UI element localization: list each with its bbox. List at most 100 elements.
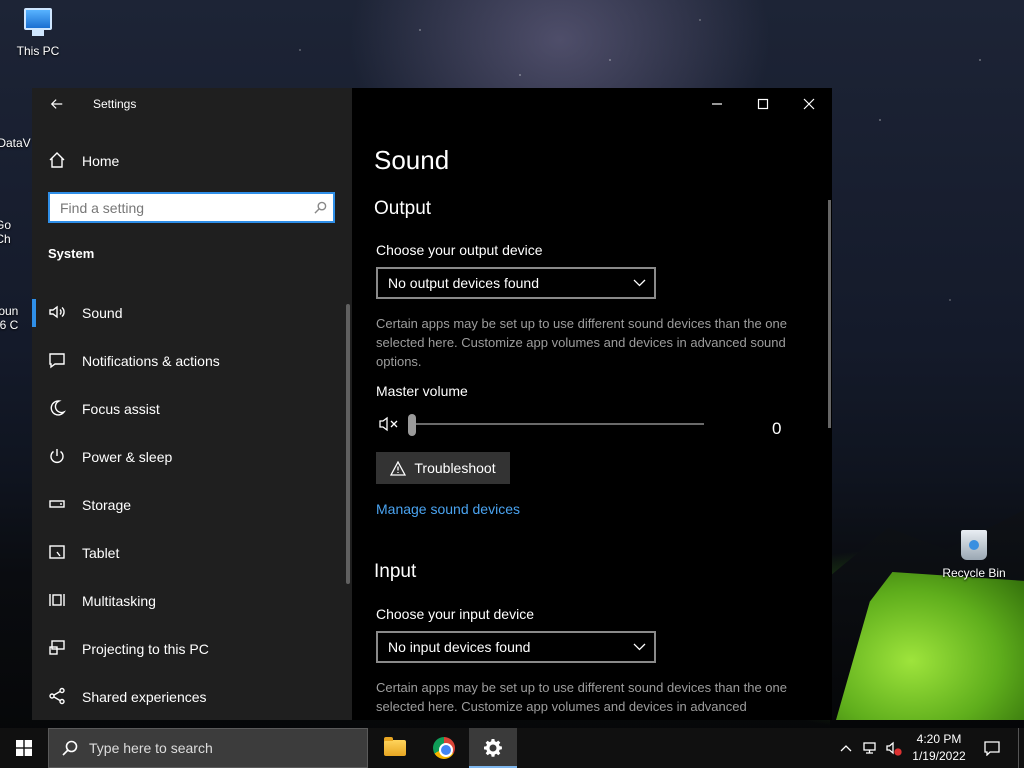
nav-item-sound[interactable]: Sound	[32, 289, 352, 337]
chrome-icon	[433, 737, 455, 759]
nav-item-power-sleep[interactable]: Power & sleep	[32, 433, 352, 481]
action-center-button[interactable]	[980, 728, 1004, 768]
settings-content-pane: Sound Output Choose your output device N…	[352, 88, 832, 720]
find-setting-search[interactable]	[48, 192, 335, 223]
desktop-icon-label: Go Ch	[0, 218, 11, 246]
datav-app-icon	[0, 104, 30, 132]
page-title: Sound	[374, 145, 450, 175]
output-device-value: No output devices found	[388, 275, 539, 291]
multitasking-icon	[48, 591, 68, 611]
chevron-down-icon	[624, 643, 654, 651]
input-device-dropdown[interactable]: No input devices found	[376, 631, 656, 663]
power-icon	[48, 447, 68, 467]
start-button[interactable]	[0, 728, 48, 768]
system-clock[interactable]: 4:20 PM 1/19/2022	[904, 731, 974, 765]
nav-item-multitasking[interactable]: Multitasking	[32, 577, 352, 625]
storage-icon	[48, 495, 68, 515]
volume-muted-icon[interactable]	[886, 740, 902, 756]
desktop-icon-recycle-bin[interactable]: Recycle Bin	[936, 530, 1012, 580]
find-setting-input[interactable]	[50, 194, 307, 221]
nav-item-label: Tablet	[82, 545, 120, 561]
nav-scrollbar[interactable]	[346, 304, 350, 584]
warning-icon	[390, 460, 407, 476]
nav-item-focus-assist[interactable]: Focus assist	[32, 385, 352, 433]
network-icon[interactable]	[862, 740, 878, 756]
taskbar-settings[interactable]	[469, 728, 517, 768]
content-scrollbar[interactable]	[828, 200, 831, 428]
recycle-bin-icon	[958, 530, 990, 562]
nav-item-projecting[interactable]: Projecting to this PC	[32, 625, 352, 673]
input-help-text: Certain apps may be set up to use differ…	[376, 680, 787, 714]
output-device-label: Choose your output device	[376, 242, 543, 258]
windows-logo-icon	[16, 740, 32, 756]
troubleshoot-label: Troubleshoot	[414, 460, 496, 476]
taskbar-file-explorer[interactable]	[371, 728, 419, 768]
speaker-muted-icon[interactable]	[378, 414, 400, 434]
settings-gear-icon	[484, 739, 502, 757]
back-button[interactable]	[46, 94, 68, 114]
nav-item-label: Power & sleep	[82, 449, 173, 465]
output-help-text: Certain apps may be set up to use differ…	[376, 316, 787, 369]
taskbar-search-placeholder: Type here to search	[89, 740, 213, 756]
settings-nav-pane: Settings Home System Sound	[32, 88, 352, 720]
nav-item-label: Sound	[82, 305, 123, 321]
troubleshoot-button[interactable]: Troubleshoot	[376, 452, 510, 484]
counter-app-icon	[0, 270, 32, 300]
app-title: Settings	[93, 97, 137, 111]
minimize-button[interactable]	[694, 88, 740, 120]
share-icon	[48, 687, 68, 707]
clock-time: 4:20 PM	[916, 732, 962, 746]
notification-icon	[48, 351, 68, 371]
google-chrome-icon	[2, 188, 34, 214]
nav-item-label: Storage	[82, 497, 132, 513]
nav-item-label: Multitasking	[82, 593, 156, 609]
input-device-value: No input devices found	[388, 639, 531, 655]
taskbar-chrome[interactable]	[420, 728, 468, 768]
taskbar-search-box[interactable]: Type here to search	[48, 728, 368, 768]
taskbar: Type here to search 4:20 PM 1/19/2022	[0, 728, 1024, 768]
nav-item-label: Shared experiences	[82, 689, 207, 705]
input-section-title: Input	[374, 561, 417, 582]
home-icon	[48, 151, 68, 171]
nav-home[interactable]: Home	[32, 144, 352, 178]
settings-window: Settings Home System Sound	[32, 88, 832, 720]
output-section-title: Output	[374, 198, 432, 219]
speaker-icon	[48, 303, 68, 323]
desktop-icon-this-pc[interactable]: This PC	[0, 8, 76, 58]
nav-item-storage[interactable]: Storage	[32, 481, 352, 529]
search-icon[interactable]	[307, 194, 333, 221]
notification-icon	[984, 740, 1000, 756]
projecting-icon	[48, 639, 68, 659]
file-explorer-icon	[384, 737, 406, 756]
show-desktop-button[interactable]	[1018, 728, 1024, 768]
title-bar[interactable]: Settings	[32, 88, 352, 120]
manage-sound-devices-link[interactable]: Manage sound devices	[376, 501, 520, 517]
maximize-button[interactable]	[740, 88, 786, 120]
back-arrow-icon	[50, 99, 63, 109]
nav-section-heading: System	[48, 246, 95, 261]
nav-item-shared-experiences[interactable]: Shared experiences	[32, 673, 352, 720]
output-device-dropdown[interactable]: No output devices found	[376, 267, 656, 299]
master-volume-slider-thumb[interactable]	[408, 414, 416, 436]
chevron-down-icon	[624, 279, 654, 287]
tray-chevron-up-icon[interactable]	[838, 740, 854, 756]
nav-home-label: Home	[82, 153, 120, 169]
nav-item-tablet[interactable]: Tablet	[32, 529, 352, 577]
minimize-icon	[712, 103, 722, 105]
close-button[interactable]	[786, 88, 832, 120]
moon-icon	[48, 399, 68, 419]
desktop-icon-label: Coun 1.6 C	[0, 304, 19, 332]
search-icon	[62, 740, 78, 756]
master-volume-label: Master volume	[376, 383, 468, 399]
master-volume-row: 0	[376, 413, 796, 438]
nav-item-label: Notifications & actions	[82, 353, 220, 369]
desktop-icon-label: This PC	[16, 44, 60, 58]
master-volume-slider-track[interactable]	[408, 423, 704, 425]
input-device-label: Choose your input device	[376, 606, 534, 622]
nav-list: Sound Notifications & actions Focus assi…	[32, 289, 352, 720]
nav-item-label: Projecting to this PC	[82, 641, 209, 657]
tablet-icon	[48, 543, 68, 563]
close-icon	[803, 98, 815, 110]
clock-date: 1/19/2022	[912, 749, 966, 763]
nav-item-notifications[interactable]: Notifications & actions	[32, 337, 352, 385]
